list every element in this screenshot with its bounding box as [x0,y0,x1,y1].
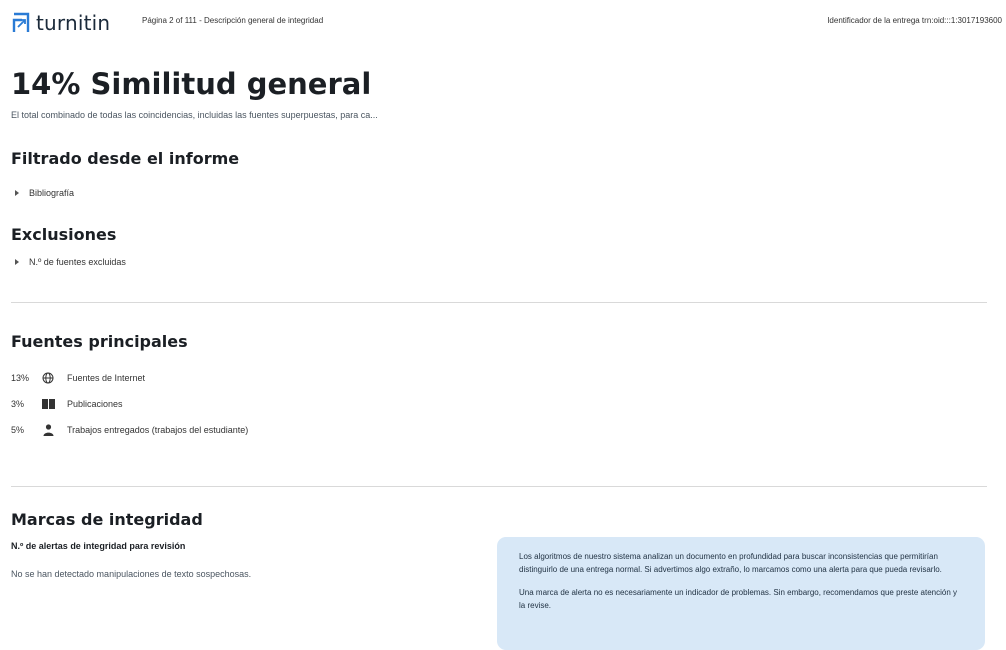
page-header: turnitin Página 2 of 111 - Descripción g… [0,0,1006,44]
source-label: Fuentes de Internet [67,373,146,383]
brand-name: turnitin [36,11,111,35]
filtered-heading: Filtrado desde el informe [11,149,240,168]
filtered-item-label: Bibliografía [29,188,75,198]
sources-heading: Fuentes principales [11,332,188,351]
turnitin-logo-icon [12,12,30,32]
source-row-internet: 13% Fuentes de Internet [11,372,145,384]
book-icon [41,398,55,410]
overview-description: El total combinado de todas las coincide… [11,110,378,120]
source-label: Publicaciones [67,399,123,409]
integrity-heading: Marcas de integridad [11,510,203,529]
page-info: Página 2 of 111 - Descripción general de… [142,16,324,25]
info-paragraph-1: Los algoritmos de nuestro sistema analiz… [519,552,942,574]
integrity-info-box: Los algoritmos de nuestro sistema analiz… [497,537,985,650]
exclusions-heading: Exclusiones [11,225,117,244]
section-divider [11,302,987,303]
source-percent: 3% [11,399,25,409]
source-label: Trabajos entregados (trabajos del estudi… [67,425,249,435]
turnitin-logo: turnitin [12,11,110,35]
integrity-alerts-subheading: N.º de alertas de integridad para revisi… [11,541,186,551]
section-divider [11,486,987,487]
submission-id: Identificador de la entrega trn:oid:::1:… [827,16,1002,25]
integrity-none-text: No se han detectado manipulaciones de te… [11,569,252,579]
exclusions-item-label: N.º de fuentes excluidas [29,257,126,267]
page-title: 14% Similitud general [11,67,372,101]
source-percent: 5% [11,425,25,435]
bullet-triangle-icon [15,259,19,265]
bullet-triangle-icon [15,190,19,196]
source-percent: 13% [11,373,30,383]
exclusions-item: N.º de fuentes excluidas [15,257,126,267]
info-paragraph-2: Una marca de alerta no es necesariamente… [519,588,958,610]
source-row-publications: 3% Publicaciones [11,398,123,410]
filtered-item-bibliography: Bibliografía [15,188,74,198]
globe-icon [41,372,55,384]
person-icon [41,424,55,436]
source-row-student-papers: 5% Trabajos entregados (trabajos del est… [11,424,248,436]
